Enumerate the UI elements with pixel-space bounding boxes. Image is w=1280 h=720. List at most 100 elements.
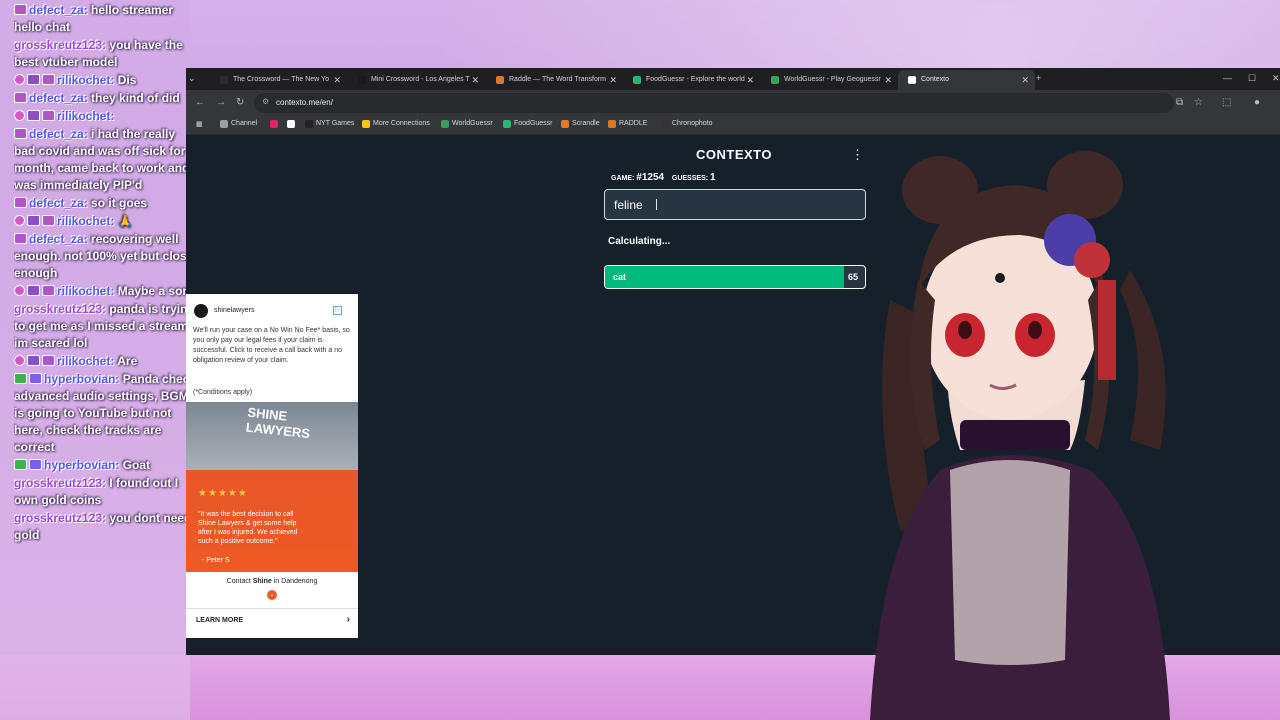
game-stats: GAME: #1254 GUESSES: 1: [611, 172, 716, 183]
chat-message: defect_za: so it goes: [14, 195, 199, 212]
chat-badges: [14, 126, 29, 143]
browser-tab[interactable]: Raddle — The Word Transform ✕: [486, 70, 623, 90]
browser-toolbar: ← → ↻ ⚙ contexto.me/en/ ⧉ ☆ ⬚ ●: [186, 90, 1280, 116]
guess-proximity-bar: [605, 266, 845, 288]
chat-message: hyperbovian: Goat: [14, 457, 199, 474]
star-badge-icon: [27, 110, 40, 121]
back-icon[interactable]: ←: [195, 97, 205, 108]
bookmark-label: Chronophoto: [672, 120, 713, 127]
install-app-icon[interactable]: ⧉: [1176, 97, 1183, 108]
bookmark-item[interactable]: FoodGuessr: [503, 120, 553, 128]
address-bar[interactable]: ⚙ contexto.me/en/: [254, 93, 1174, 113]
browser-tab[interactable]: Mini Crossword - Los Angeles T ✕: [348, 70, 485, 90]
heart-badge-icon: [14, 285, 25, 296]
bookmark-item[interactable]: More Connections: [362, 120, 430, 128]
tab-close-icon[interactable]: ✕: [471, 75, 479, 86]
chat-username: defect_za:: [29, 91, 88, 105]
reload-icon[interactable]: ↻: [236, 97, 244, 108]
bookmark-star-icon[interactable]: ☆: [1194, 97, 1203, 108]
browser-tab[interactable]: The Crossword — The New Yo ✕: [210, 70, 347, 90]
bookmark-label: RADDLE: [619, 120, 648, 127]
bookmark-label: Scrandle: [572, 120, 600, 127]
chat-badges: [14, 283, 57, 300]
tab-title: Contexto: [921, 76, 950, 83]
chevron-down-icon[interactable]: ⌄: [267, 590, 277, 600]
bookmark-favicon-icon: [362, 120, 370, 128]
green-badge-icon: [14, 459, 27, 470]
adchoices-icon[interactable]: ▷: [333, 306, 342, 315]
chat-badges: [14, 195, 29, 212]
guesses-label: GUESSES:: [671, 175, 709, 182]
mod-badge-icon: [14, 4, 27, 15]
guesses-count: 1: [710, 172, 716, 183]
mod-badge-icon: [42, 215, 55, 226]
tab-close-icon[interactable]: ✕: [1021, 75, 1029, 86]
minimize-button[interactable]: —: [1223, 73, 1232, 83]
bookmark-item[interactable]: Scrandle: [561, 120, 600, 128]
star-badge-icon: [27, 74, 40, 85]
chat-username: defect_za:: [29, 232, 88, 246]
tab-title: FoodGuessr - Explore the world: [646, 76, 745, 83]
guess-input[interactable]: [604, 189, 866, 220]
tab-favicon-icon: [220, 76, 228, 84]
chat-badges: [14, 213, 57, 230]
bookmark-item[interactable]: Channel: [220, 120, 257, 128]
star-badge-icon: [27, 285, 40, 296]
tab-close-icon[interactable]: ✕: [746, 75, 754, 86]
chat-message: rilikochet: Maybe a song: [14, 283, 199, 300]
new-tab-button[interactable]: +: [1036, 73, 1041, 83]
chat-message: grosskreutz123: you dont need gold: [14, 510, 199, 544]
tab-favicon-icon: [633, 76, 641, 84]
chat-badges: [14, 457, 44, 474]
close-window-button[interactable]: ✕: [1272, 73, 1280, 84]
avatar-forehead-mark: [995, 273, 1005, 283]
apps-grid-icon[interactable]: ▦: [196, 120, 203, 128]
chat-text: they kind of did: [91, 91, 180, 105]
chat-badges: [14, 72, 57, 89]
chat-message: defect_za: hello streamer hello chat: [14, 2, 199, 36]
tab-search-icon[interactable]: ⌄: [188, 73, 196, 84]
chat-username: grosskreutz123:: [14, 511, 107, 525]
url-text[interactable]: contexto.me/en/: [276, 98, 333, 107]
mod-badge-icon: [14, 233, 27, 244]
chat-username: rilikochet:: [57, 109, 115, 123]
tab-close-icon[interactable]: ✕: [884, 75, 892, 86]
chat-message: defect_za: i had the really bad covid an…: [14, 126, 199, 194]
tab-close-icon[interactable]: ✕: [333, 75, 341, 86]
forward-icon[interactable]: →: [216, 97, 226, 108]
tab-title: WorldGuessr - Play Geoguessr: [784, 76, 881, 83]
chat-username: grosskreutz123:: [14, 38, 107, 52]
chat-username: hyperbovian:: [44, 372, 120, 386]
chat-username: rilikochet:: [57, 214, 115, 228]
site-info-icon[interactable]: ⚙: [262, 97, 269, 106]
learn-more-button[interactable]: LEARN MORE ›: [186, 608, 358, 632]
ad-conditions: (*Conditions apply): [193, 389, 253, 396]
bookmark-item[interactable]: Chronophoto: [661, 120, 713, 128]
chat-username: rilikochet:: [57, 284, 115, 298]
extensions-icon[interactable]: ⬚: [1222, 97, 1231, 108]
ad-image[interactable]: SHINE LAWYERS ★★★★★ "It was the best dec…: [186, 402, 358, 572]
advertisement[interactable]: shinelawyers ▷ We'll run your case on a …: [186, 294, 358, 638]
ad-contact[interactable]: Contact Shine in Dandenong: [186, 578, 358, 585]
browser-tab[interactable]: FoodGuessr - Explore the world ✕: [623, 70, 760, 90]
chat-message: grosskreutz123: I found out I own gold c…: [14, 475, 199, 509]
tab-favicon-icon: [771, 76, 779, 84]
ad-quote: "It was the best decision to call Shine …: [198, 511, 298, 545]
profile-avatar-icon[interactable]: ●: [1254, 97, 1260, 108]
browser-tab[interactable]: Contexto ✕: [898, 70, 1035, 90]
bookmark-item[interactable]: WorldGuessr: [441, 120, 493, 128]
chat-text: Are: [117, 354, 138, 368]
heart-badge-icon: [14, 355, 25, 366]
mod-badge-icon: [42, 355, 55, 366]
guess-word: cat: [613, 272, 627, 282]
tab-close-icon[interactable]: ✕: [609, 75, 617, 86]
mod-badge-icon: [14, 128, 27, 139]
contact-brand: Shine: [252, 578, 272, 585]
bookmark-item[interactable]: RADDLE: [608, 120, 648, 128]
maximize-button[interactable]: ☐: [1248, 73, 1256, 84]
bookmark-item[interactable]: NYT Games: [305, 120, 354, 128]
chat-message: grosskreutz123: you have the best vtuber…: [14, 37, 199, 71]
browser-tab[interactable]: WorldGuessr - Play Geoguessr ✕: [761, 70, 898, 90]
mod-badge-icon: [42, 285, 55, 296]
tab-title: The Crossword — The New Yo: [233, 76, 329, 83]
